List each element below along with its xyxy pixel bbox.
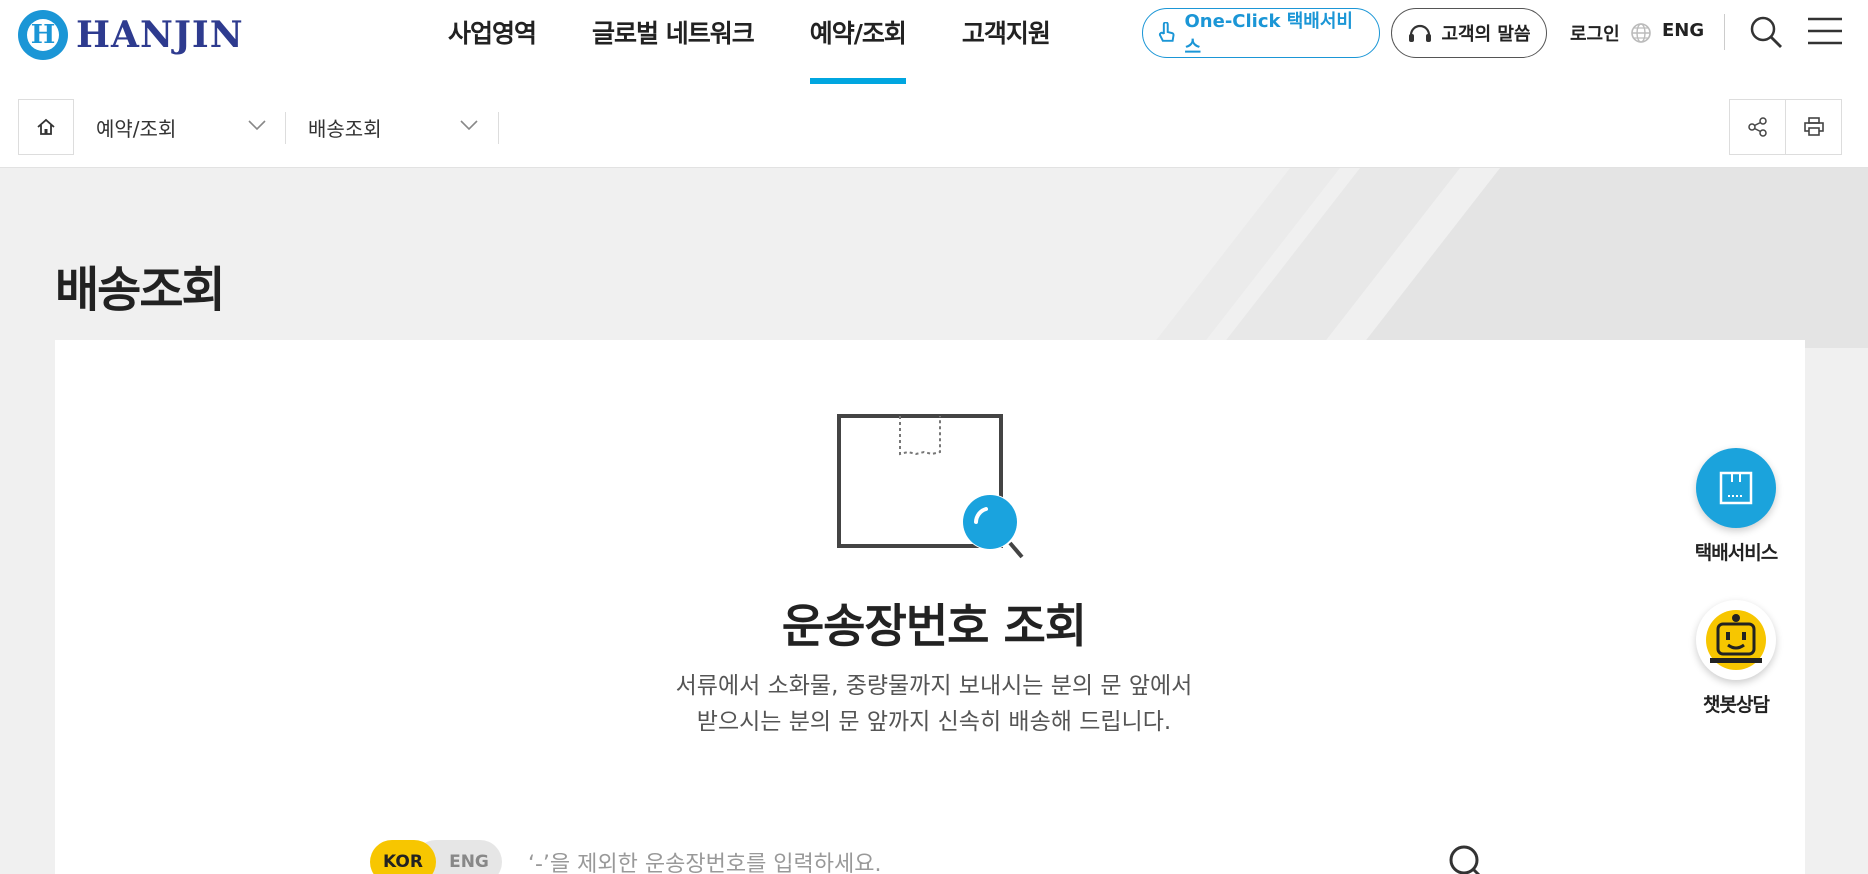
breadcrumb-separator bbox=[498, 112, 499, 144]
chatbot-button[interactable] bbox=[1696, 600, 1776, 680]
floating-delivery-service[interactable]: 택배서비스 bbox=[1692, 448, 1780, 565]
parcel-search-icon bbox=[837, 414, 1024, 559]
tracking-title: 운송장번호 조회 bbox=[781, 599, 1087, 653]
decorative-stripes bbox=[1150, 168, 1868, 348]
breadcrumb-label-1: 예약/조회 bbox=[96, 116, 177, 141]
home-icon bbox=[37, 118, 55, 135]
headset-icon bbox=[1409, 24, 1432, 42]
breadcrumb-dropdown-1[interactable]: 예약/조회 bbox=[96, 99, 266, 155]
breadcrumb-separator bbox=[285, 112, 286, 144]
customer-voice-label: 고객의 말씀 bbox=[1441, 24, 1531, 45]
search-icon[interactable] bbox=[1748, 14, 1784, 50]
nav-reservation-tracking[interactable]: 예약/조회 bbox=[782, 0, 934, 84]
tracking-description: 서류에서 소화물, 중량물까지 보내시는 분의 문 앞에서 받으시는 분의 문 … bbox=[0, 668, 1868, 740]
chatbot-label: 챗봇상담 bbox=[1703, 694, 1770, 716]
search-icon[interactable] bbox=[1446, 842, 1486, 874]
tracking-desc-line-2: 받으시는 분의 문 앞까지 신속히 배송해 드립니다. bbox=[696, 709, 1172, 735]
nav-customer-support[interactable]: 고객지원 bbox=[934, 0, 1078, 84]
chevron-down-icon bbox=[248, 120, 266, 131]
hand-pointer-icon bbox=[1158, 22, 1175, 42]
main-nav: 사업영역 글로벌 네트워크 예약/조회 고객지원 bbox=[420, 0, 1078, 84]
delivery-service-label: 택배서비스 bbox=[1694, 542, 1778, 564]
tracking-desc-line-1: 서류에서 소화물, 중량물까지 보내시는 분의 문 앞에서 bbox=[675, 673, 1193, 699]
nav-business[interactable]: 사업영역 bbox=[420, 0, 564, 84]
lang-kor-button[interactable]: KOR bbox=[370, 840, 436, 874]
tracking-number-input[interactable] bbox=[528, 846, 1428, 874]
logo-text: HANJIN bbox=[76, 14, 244, 56]
customer-voice-button[interactable]: 고객의 말씀 bbox=[1391, 8, 1547, 58]
header: H HANJIN 사업영역 글로벌 네트워크 예약/조회 고객지원 One-Cl… bbox=[0, 0, 1868, 84]
language-toggle: KOR ENG bbox=[370, 840, 502, 874]
home-button[interactable] bbox=[18, 99, 74, 155]
nav-global-network[interactable]: 글로벌 네트워크 bbox=[564, 0, 782, 84]
header-divider bbox=[1724, 14, 1725, 50]
floating-chatbot[interactable]: 챗봇상담 bbox=[1692, 600, 1780, 717]
breadcrumb: 예약/조회 배송조회 bbox=[0, 84, 1868, 168]
chatbot-robot-icon bbox=[1706, 610, 1766, 670]
login-link[interactable]: 로그인 bbox=[1570, 20, 1620, 46]
hamburger-menu-icon[interactable] bbox=[1808, 16, 1842, 46]
breadcrumb-label-2: 배송조회 bbox=[308, 116, 382, 141]
logo-mark-icon: H bbox=[18, 10, 68, 60]
parcel-box-icon bbox=[1719, 471, 1753, 505]
hanjin-logo[interactable]: H HANJIN bbox=[18, 10, 244, 60]
oneclick-label: One-Click 택배서비스 bbox=[1184, 11, 1354, 58]
oneclick-delivery-button[interactable]: One-Click 택배서비스 bbox=[1142, 8, 1380, 58]
printer-icon bbox=[1803, 117, 1824, 136]
globe-icon bbox=[1631, 23, 1651, 43]
share-button[interactable] bbox=[1729, 99, 1786, 155]
share-icon bbox=[1747, 117, 1767, 137]
chevron-down-icon bbox=[460, 120, 478, 131]
print-button[interactable] bbox=[1785, 99, 1842, 155]
delivery-service-button[interactable] bbox=[1696, 448, 1776, 528]
page-title: 배송조회 bbox=[55, 262, 226, 318]
breadcrumb-dropdown-2[interactable]: 배송조회 bbox=[308, 99, 478, 155]
language-eng-link[interactable]: ENG bbox=[1662, 20, 1704, 41]
